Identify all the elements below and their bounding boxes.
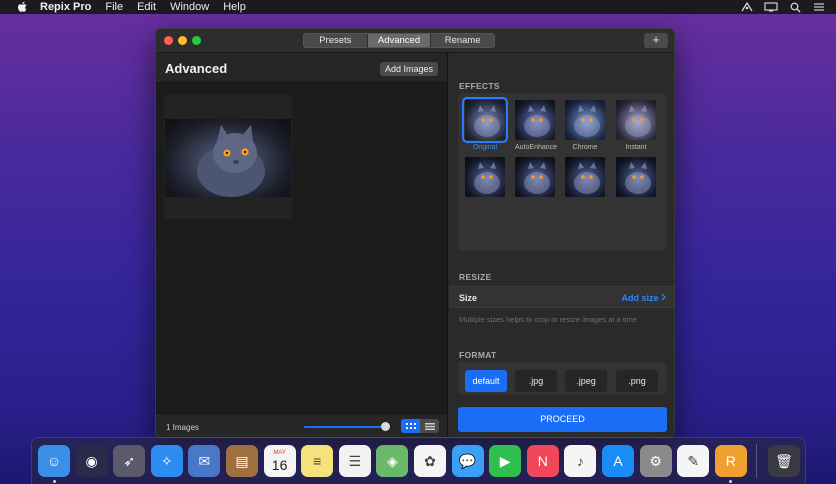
sync-icon[interactable] [740, 1, 754, 13]
minimize-button[interactable] [178, 36, 187, 45]
running-indicator [52, 480, 56, 483]
safari-icon[interactable]: ✧ [150, 445, 183, 477]
facetime-icon[interactable]: ▶ [489, 445, 522, 477]
search-icon[interactable] [788, 1, 802, 13]
reminders-icon[interactable]: ☰ [338, 445, 371, 477]
calendar-day: 16 [271, 457, 288, 473]
title-bar: Presets Advanced Rename + [156, 29, 674, 53]
effect-preview-image [565, 157, 605, 197]
close-button[interactable] [164, 36, 173, 45]
add-images-button[interactable]: Add Images [379, 62, 438, 76]
grid-view-button[interactable] [401, 419, 420, 433]
format-default-button[interactable]: default [465, 370, 507, 392]
menu-bar: Repix Pro File Edit Window Help [0, 0, 836, 14]
add-size-button[interactable]: Add size [621, 293, 666, 303]
tab-advanced[interactable]: Advanced [367, 34, 432, 47]
left-footer: 1 Images [156, 413, 447, 437]
image-thumbnail-cell[interactable] [164, 95, 292, 219]
effect-option[interactable] [565, 157, 605, 201]
effects-section-title: EFFECTS [459, 81, 500, 91]
grid-icon [405, 422, 416, 429]
add-button[interactable]: + [644, 33, 668, 48]
effect-preview-image [616, 157, 656, 197]
size-hint-text: Multiple sizes helps to crop or resize i… [459, 315, 637, 324]
list-view-icon [424, 422, 435, 430]
calendar-icon[interactable]: MAY 16 [263, 445, 296, 477]
mail-icon[interactable]: ✉ [188, 445, 221, 477]
effect-option[interactable]: AutoEnhance [515, 100, 558, 151]
mode-segmented-control: Presets Advanced Rename [303, 33, 495, 48]
repix-pro-icon[interactable]: R [714, 445, 747, 477]
size-label: Size [459, 293, 478, 303]
effect-option[interactable] [515, 157, 555, 201]
dock-separator [756, 444, 757, 478]
effect-preview-image [515, 100, 555, 140]
left-header: Advanced Add Images [156, 53, 447, 83]
effect-option[interactable]: Instant [616, 100, 656, 151]
calendar-month: MAY [273, 450, 286, 456]
music-icon[interactable]: ♪ [564, 445, 597, 477]
menu-help[interactable]: Help [223, 0, 246, 14]
format-png-button[interactable]: .png [616, 370, 658, 392]
image-browser-pane: Advanced Add Images 1 Images [156, 53, 448, 437]
effect-label: Instant [625, 144, 647, 151]
size-row: Size Add size [449, 286, 674, 308]
notes-icon[interactable]: ≡ [301, 445, 334, 477]
proceed-button[interactable]: PROCEED [458, 407, 667, 432]
effect-option[interactable]: Original [462, 97, 508, 151]
repix-window: Presets Advanced Rename + Advanced Add I… [155, 28, 675, 438]
effect-preview-image [616, 100, 656, 140]
effect-preview-image [465, 157, 505, 197]
menu-file[interactable]: File [105, 0, 123, 14]
dock: ☺ ◉ ➶ ✧ ✉ ▤ MAY 16 ≡ ☰ ◈ ✿ 💬 ▶ N ♪ A ⚙ ✎ R 🗑 [31, 437, 806, 484]
cat-photo-thumbnail[interactable] [165, 119, 291, 197]
effect-option[interactable] [465, 157, 505, 201]
running-indicator [729, 480, 733, 483]
chevron-right-icon [661, 293, 666, 303]
format-jpg-button[interactable]: .jpg [515, 370, 557, 392]
messages-icon[interactable]: 💬 [451, 445, 484, 477]
news-icon[interactable]: N [526, 445, 559, 477]
image-count-label: 1 Images [166, 423, 199, 432]
menu-window[interactable]: Window [170, 0, 209, 14]
page-title: Advanced [165, 61, 228, 76]
maximize-button[interactable] [192, 36, 201, 45]
effect-preview-image [515, 157, 555, 197]
launchpad-icon[interactable]: ➶ [113, 445, 146, 477]
system-preferences-icon[interactable]: ⚙ [639, 445, 672, 477]
thumbnail-size-slider[interactable] [304, 426, 386, 428]
view-mode-toggle [401, 419, 439, 433]
slider-knob[interactable] [381, 422, 391, 431]
effect-preview-image [462, 97, 508, 143]
settings-pane: EFFECTS Original AutoEnhance Chrome Instant… [449, 53, 674, 437]
effect-label: AutoEnhance [515, 144, 558, 151]
apple-icon[interactable] [15, 0, 29, 14]
effect-label: Chrome [572, 144, 598, 151]
tab-presets[interactable]: Presets [304, 34, 368, 47]
effect-preview-image [565, 100, 605, 140]
list-icon[interactable] [812, 1, 826, 13]
menu-edit[interactable]: Edit [137, 0, 156, 14]
contacts-icon[interactable]: ▤ [226, 445, 258, 477]
textedit-icon[interactable]: ✎ [677, 445, 710, 477]
add-size-label: Add size [621, 293, 659, 303]
finder-icon[interactable]: ☺ [38, 445, 70, 477]
format-section-title: FORMAT [459, 350, 497, 360]
maps-icon[interactable]: ◈ [376, 445, 409, 477]
list-view-button[interactable] [420, 419, 439, 433]
format-selector: default .jpg .jpeg .png [458, 362, 666, 394]
app-store-icon[interactable]: A [602, 445, 634, 477]
effect-option[interactable] [616, 157, 656, 201]
photos-icon[interactable]: ✿ [414, 445, 446, 477]
effects-grid: Original AutoEnhance Chrome Instant [458, 93, 666, 251]
effect-label: Original [472, 144, 498, 151]
display-icon[interactable] [764, 1, 778, 13]
trash-icon[interactable]: 🗑 [768, 445, 800, 477]
tab-rename[interactable]: Rename [431, 34, 494, 47]
effect-option[interactable]: Chrome [565, 100, 605, 151]
format-jpeg-button[interactable]: .jpeg [565, 370, 607, 392]
siri-icon[interactable]: ◉ [75, 445, 108, 477]
menu-app-name[interactable]: Repix Pro [40, 0, 91, 14]
resize-section-title: RESIZE [459, 272, 492, 282]
